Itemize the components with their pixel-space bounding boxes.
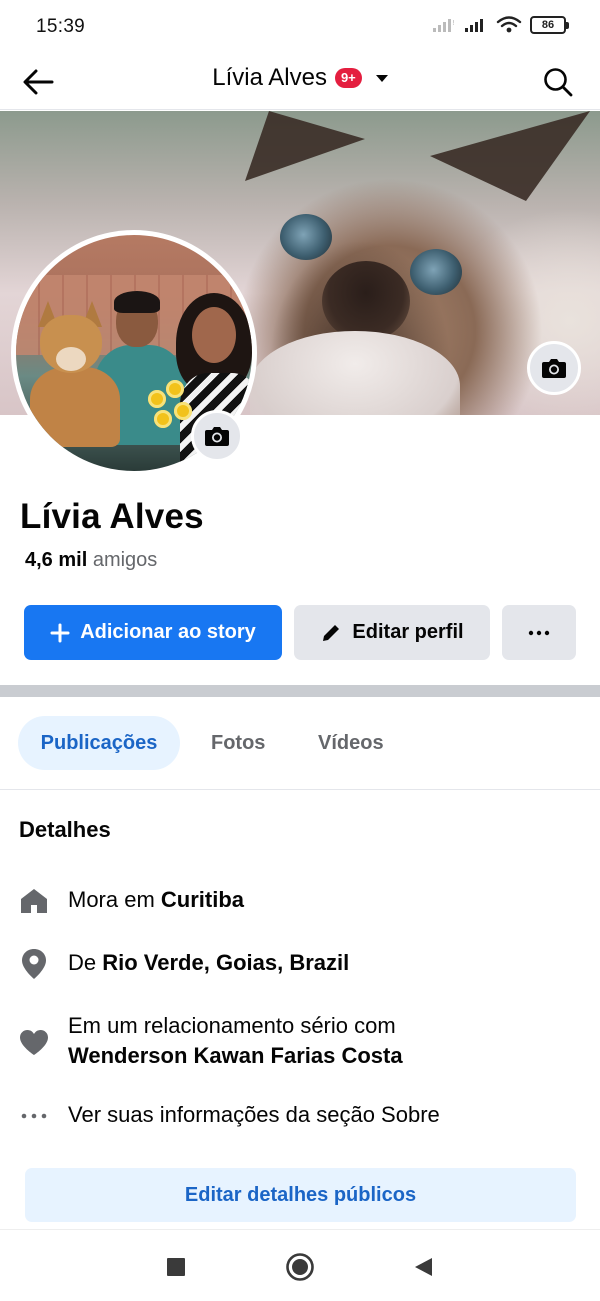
add-story-label: Adicionar ao story: [80, 621, 256, 643]
cover-detail: [245, 111, 365, 181]
from-value[interactable]: Rio Verde, Goias, Brazil: [102, 950, 349, 975]
status-bar: 15:39 ! 86: [0, 0, 600, 54]
cover-detail: [430, 111, 590, 201]
profile-switcher[interactable]: Lívia Alves 9+: [0, 64, 600, 92]
friends-label: amigos: [92, 549, 158, 571]
search-button[interactable]: [538, 62, 578, 102]
wifi-icon: [496, 16, 522, 33]
cover-detail: [280, 214, 332, 260]
search-icon: [544, 68, 573, 97]
top-nav: Lívia Alves 9+: [0, 54, 600, 110]
relationship-partner[interactable]: Wenderson Kawan Farias Costa: [68, 1043, 403, 1068]
camera-icon: [542, 359, 566, 378]
plus-icon: [50, 623, 70, 642]
edit-avatar-button[interactable]: [191, 410, 243, 462]
signal-2-icon: [465, 19, 483, 32]
profile-name: Lívia Alves: [20, 497, 204, 536]
location-pin-icon: [18, 948, 50, 980]
from-text: De Rio Verde, Goias, Brazil: [68, 950, 350, 975]
edit-public-details-button[interactable]: Editar detalhes públicos: [25, 1168, 576, 1222]
svg-text:!: !: [452, 19, 455, 27]
details-title: Detalhes: [19, 817, 111, 842]
status-icons: ! 86: [432, 16, 569, 34]
system-back-button[interactable]: [408, 1252, 438, 1282]
add-story-button[interactable]: Adicionar ao story: [24, 605, 282, 660]
about-link-text: Ver suas informações da seção Sobre: [68, 1102, 440, 1127]
caret-down-icon: [375, 74, 388, 82]
lives-in-value[interactable]: Curitiba: [161, 887, 244, 912]
camera-icon: [205, 427, 229, 446]
profile-tabs: Publicações Fotos Vídeos: [0, 697, 600, 790]
heart-icon: [18, 1026, 50, 1058]
section-divider: [0, 685, 600, 697]
notification-badge: 9+: [334, 68, 362, 88]
edit-profile-button[interactable]: Editar perfil: [294, 605, 490, 660]
battery-indicator: 86: [530, 16, 569, 34]
circle-home-icon: [286, 1253, 314, 1281]
cover-detail: [322, 261, 410, 341]
recent-apps-button[interactable]: [161, 1252, 191, 1282]
status-time: 15:39: [36, 16, 86, 37]
ellipsis-icon: [528, 630, 550, 635]
triangle-back-icon: [415, 1258, 432, 1276]
house-icon: [18, 885, 50, 917]
more-options-button[interactable]: [502, 605, 576, 660]
lives-in-text: Mora em Curitiba: [68, 887, 245, 912]
edit-profile-label: Editar perfil: [352, 621, 464, 643]
tab-fotos[interactable]: Fotos: [211, 716, 265, 770]
edit-cover-button[interactable]: [527, 341, 581, 395]
ellipsis-icon: [18, 1100, 50, 1132]
header-title: Lívia Alves: [212, 64, 327, 91]
avatar-detail: [30, 301, 120, 447]
friends-count-value: 4,6 mil: [25, 549, 88, 571]
signal-1-icon: !: [433, 19, 455, 32]
friends-count[interactable]: 4,6 mil amigos: [25, 549, 157, 572]
cover-detail: [250, 331, 460, 415]
cover-detail: [410, 249, 462, 295]
system-nav-bar: [0, 1229, 600, 1301]
relationship-text: Em um relacionamento sério com Wenderson…: [68, 1013, 403, 1068]
square-icon: [167, 1258, 185, 1276]
pencil-icon: [323, 624, 340, 641]
home-button[interactable]: [285, 1252, 315, 1282]
tab-publicacoes[interactable]: Publicações: [18, 716, 180, 770]
tab-videos[interactable]: Vídeos: [318, 716, 384, 770]
